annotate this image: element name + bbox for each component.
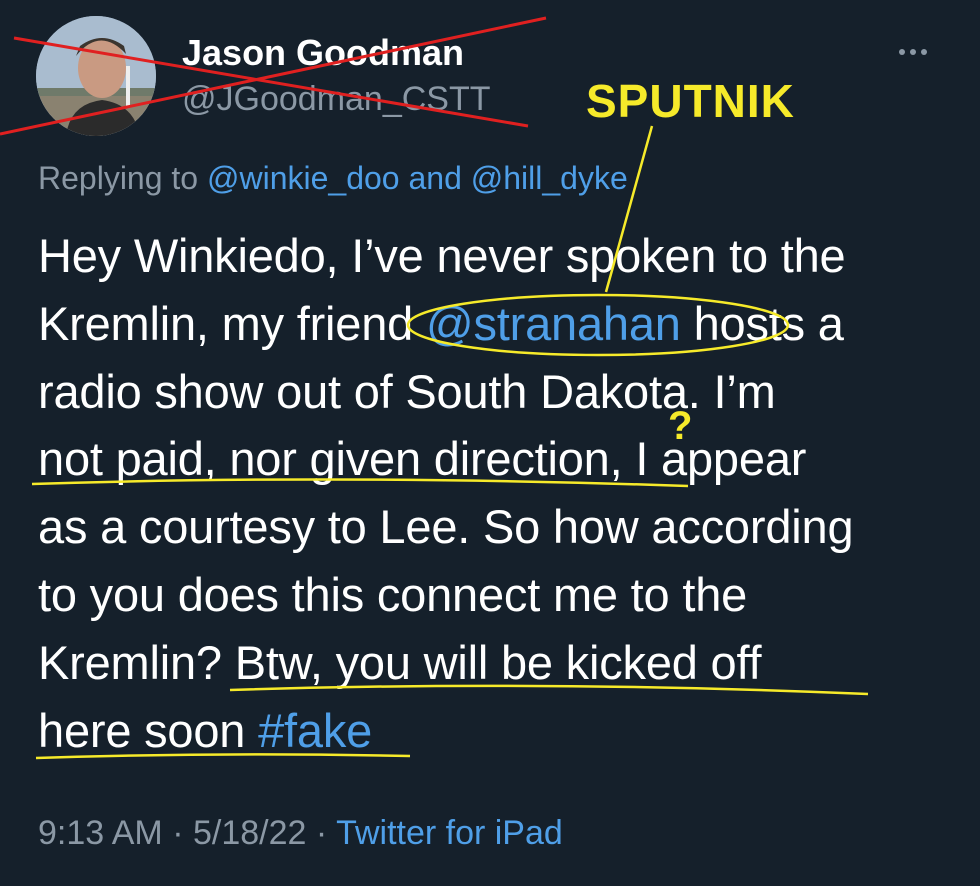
- reply-conjunction[interactable]: and: [408, 160, 461, 196]
- meta-separator: ·: [315, 814, 328, 852]
- tweet-text-segment: hosts a: [680, 296, 844, 350]
- reply-prefix: Replying to: [38, 160, 199, 196]
- tweet-line: here soon #fake: [38, 697, 938, 765]
- tweet-text: Hey Winkiedo, I’ve never spoken to the K…: [38, 222, 938, 764]
- tweet-source-link[interactable]: Twitter for iPad: [336, 814, 563, 852]
- tweet-line: radio show out of South Dakota. I’m: [38, 364, 776, 418]
- more-options-button[interactable]: [888, 30, 938, 70]
- more-horizontal-icon: [899, 49, 927, 55]
- hashtag-fake[interactable]: #fake: [258, 704, 372, 757]
- user-handle[interactable]: @JGoodman_CSTT: [182, 80, 491, 119]
- tweet-date[interactable]: 5/18/22: [193, 814, 306, 852]
- tweet-line: not paid, nor given direction, I appear: [38, 432, 807, 486]
- tweet-line: to you does this connect me to the: [38, 567, 748, 621]
- tweet-line: Hey Winkiedo, I’ve never spoken to the: [38, 229, 846, 282]
- tweet-line: Kremlin, my friend @stranahan hosts a: [38, 290, 938, 358]
- tweet-time[interactable]: 9:13 AM: [38, 814, 163, 852]
- tweet-card: Jason Goodman @JGoodman_CSTT Replying to…: [0, 0, 980, 886]
- tweet-text-segment: here soon: [38, 703, 259, 757]
- avatar-photo: [36, 16, 156, 136]
- display-name[interactable]: Jason Goodman: [182, 32, 464, 74]
- sputnik-annotation: SPUTNIK: [586, 75, 795, 127]
- reply-context: Replying to @winkie_doo and @hill_dyke: [38, 160, 628, 197]
- tweet-text-segment: Kremlin, my friend: [38, 296, 426, 350]
- mention-stranahan[interactable]: @stranahan: [426, 297, 681, 350]
- tweet-line: as a courtesy to Lee. So how according: [38, 500, 854, 554]
- tweet-line: Kremlin? Btw, you will be kicked off: [38, 635, 762, 689]
- question-mark-annotation: ?: [668, 404, 693, 448]
- mention-winkie-doo[interactable]: @winkie_doo: [207, 160, 400, 196]
- mention-hill-dyke[interactable]: @hill_dyke: [471, 160, 628, 196]
- meta-separator: ·: [172, 814, 184, 852]
- tweet-metadata: 9:13 AM · 5/18/22 · Twitter for iPad: [38, 814, 563, 853]
- avatar[interactable]: [36, 16, 156, 136]
